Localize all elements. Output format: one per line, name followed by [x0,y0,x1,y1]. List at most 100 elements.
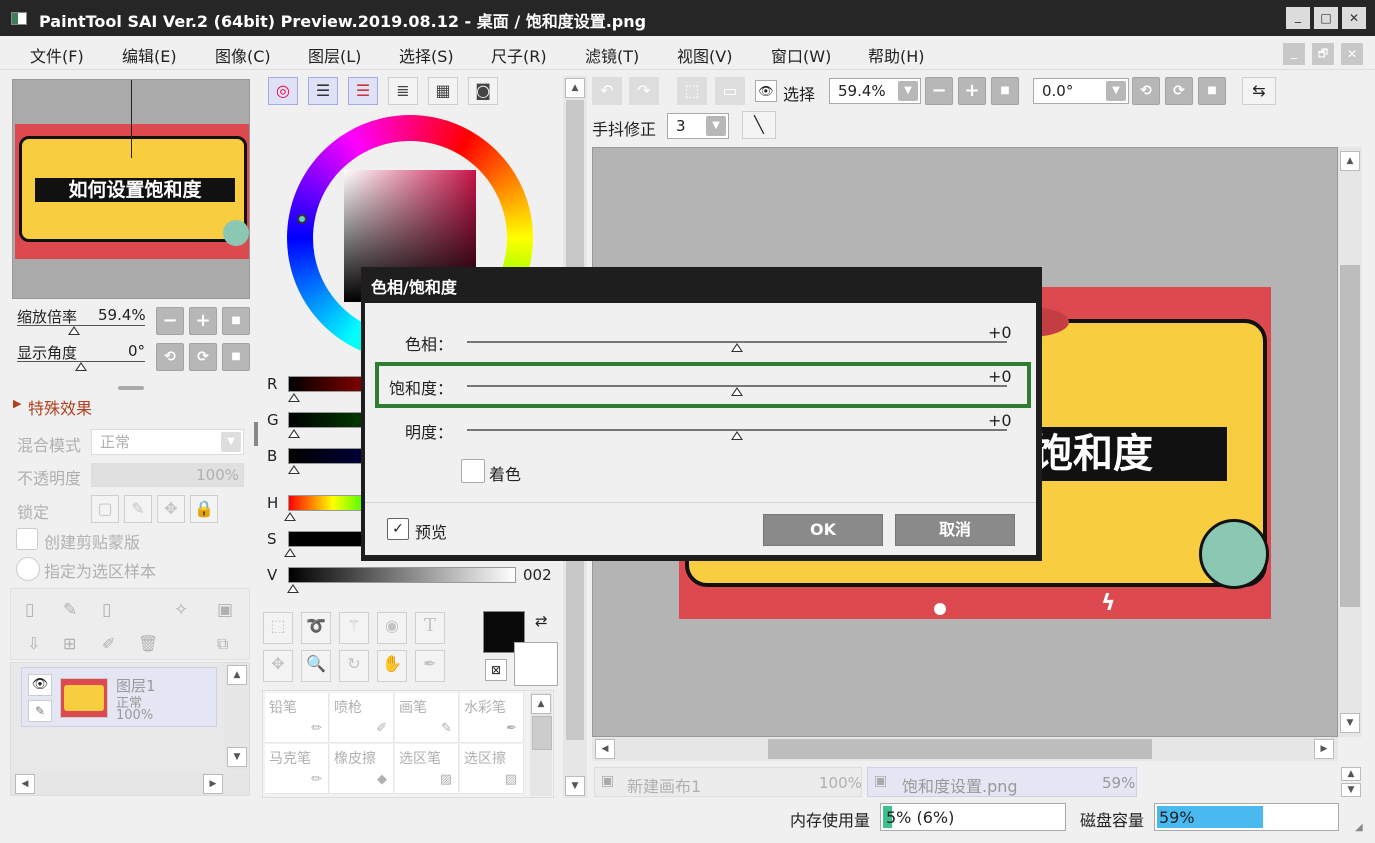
colorize-checkbox[interactable] [461,459,485,483]
scroll-up-icon[interactable]: ▲ [227,665,247,685]
scroll-up-icon[interactable]: ▲ [531,694,551,714]
canvas-vscroll-thumb[interactable] [1340,265,1360,607]
menu-window[interactable]: 窗口(W) [771,43,831,67]
maximize-button[interactable]: □ [1314,7,1338,29]
canvas-hscroll-thumb[interactable] [768,739,1152,759]
undo-icon[interactable]: ↶ [592,77,622,105]
scroll-up-icon[interactable]: ▲ [1341,767,1361,781]
blend-mode-select[interactable]: 正常 ▼ [91,429,244,455]
mdi-restore-button[interactable]: 🗗 [1312,43,1334,65]
line-tool-icon[interactable]: ╲ [742,111,776,139]
scroll-right-icon[interactable]: ▶ [1314,739,1334,759]
swatches-tab-icon[interactable]: ▦ [428,77,458,105]
slider-b-thumb[interactable] [288,465,300,474]
navigator-preview[interactable]: 如何设置饱和度 [12,79,250,299]
new-folder-icon[interactable]: ▯ [102,600,111,620]
slider-h-thumb[interactable] [284,512,296,521]
lock-transparency-icon[interactable]: ▢ [91,495,119,523]
scroll-down-icon[interactable]: ▼ [1340,713,1360,733]
scroll-down-icon[interactable]: ▼ [227,747,247,767]
slider-s-thumb[interactable] [284,548,296,557]
minimize-button[interactable]: _ [1286,7,1310,29]
new-layer-icon[interactable]: ▯ [25,600,34,620]
color-wheel-tab-icon[interactable]: ◎ [268,77,298,105]
effects-section-title[interactable]: 特殊效果 [28,395,92,419]
clip-mask-checkbox[interactable] [16,528,38,550]
cancel-button[interactable]: 取消 [895,514,1015,546]
zoom-reset-button[interactable]: ■ [222,307,250,335]
zoom-tool-icon[interactable]: 🔍 [301,650,331,682]
mdi-minimize-button[interactable]: _ [1283,43,1305,65]
angle-select[interactable]: 0.0° ▼ [1033,78,1129,104]
deselect-icon[interactable]: ⬚ [677,77,707,105]
trash-icon[interactable]: 🗑 [138,634,158,653]
brush-scroll-thumb[interactable] [532,716,552,750]
resize-grip-icon[interactable]: ◢ [1355,822,1363,833]
visibility-eye-icon[interactable]: 👁 [28,674,52,696]
scroll-down-icon[interactable]: ▼ [565,776,585,796]
brush-eraser[interactable]: 橡皮擦 ◆ [330,744,394,794]
layer-row[interactable]: 👁 ✎ 图层1 正常 100% [21,667,217,727]
zoom-select[interactable]: 59.4% ▼ [829,78,921,104]
angle-reset-button[interactable]: ■ [222,343,250,371]
mask-icon[interactable]: ▣ [217,600,233,620]
stabilizer-select[interactable]: 3 ▼ [667,113,729,139]
transparent-color-icon[interactable]: ⊠ [485,659,507,681]
rect-select-tool-icon[interactable]: ⬚ [263,612,293,644]
background-color-swatch[interactable] [514,642,558,686]
doc-tab-active[interactable]: ▣ 饱和度设置.png 59% [867,767,1137,797]
rotate-right-button[interactable]: ⟳ [189,343,217,371]
menu-file[interactable]: 文件(F) [30,43,84,67]
hue-slider-thumb[interactable] [731,343,743,352]
sample-radio[interactable] [16,557,40,581]
left-panel-resize-handle[interactable] [254,422,258,446]
menu-select[interactable]: 选择(S) [399,43,454,67]
toolbar-angle-reset-button[interactable]: ■ [1198,77,1226,105]
toolbar-rotate-right-button[interactable]: ⟳ [1165,77,1193,105]
zoom-in-button[interactable]: + [189,307,217,335]
text-tool-icon[interactable]: T [415,612,445,644]
zoom-slider-thumb[interactable] [68,326,80,335]
menu-layer[interactable]: 图层(L) [308,43,361,67]
hand-tool-icon[interactable]: ✋ [377,650,407,682]
layer-props-icon[interactable]: ⧉ [217,634,228,654]
slider-v-track[interactable] [288,567,516,583]
lightness-slider-thumb[interactable] [731,431,743,440]
slider-r-thumb[interactable] [288,393,300,402]
slider-g-thumb[interactable] [288,429,300,438]
mdi-close-button[interactable]: ✕ [1341,43,1363,65]
menu-view[interactable]: 视图(V) [677,43,732,67]
menu-image[interactable]: 图像(C) [215,43,271,67]
brush-select-eraser[interactable]: 选区擦 ▨ [460,744,524,794]
brush-pencil[interactable]: 铅笔 ✏ [265,693,329,743]
clear-layer-icon[interactable]: ✐ [102,634,115,653]
hsv-slider-tab-icon[interactable]: ☰ [348,77,378,105]
shape-tool-icon[interactable]: ◉ [377,612,407,644]
merge-down-icon[interactable]: ⇩ [27,634,40,653]
toolbar-zoom-reset-button[interactable]: ■ [991,77,1019,105]
brush-brush[interactable]: 画笔 ✎ [395,693,459,743]
angle-slider-thumb[interactable] [75,362,87,371]
redo-icon[interactable]: ↷ [629,77,659,105]
ok-button[interactable]: OK [763,514,883,546]
brush-select-pen[interactable]: 选区笔 ▨ [395,744,459,794]
lock-draw-icon[interactable]: ✎ [124,495,152,523]
saturation-slider-thumb[interactable] [731,387,743,396]
add-layer-icon[interactable]: ⊞ [63,634,76,653]
slider-v-thumb[interactable] [287,584,299,593]
scratchpad-tab-icon[interactable]: ◙ [468,77,498,105]
opacity-field[interactable]: 100% [91,463,244,487]
brush-airbrush[interactable]: 喷枪 ✐ [330,693,394,743]
rotate-left-button[interactable]: ⟲ [156,343,184,371]
hue-marker[interactable] [297,214,307,224]
eyedropper-tool-icon[interactable]: ✒ [415,650,445,682]
flip-horizontal-icon[interactable]: ⇆ [1242,77,1276,105]
scroll-down-icon[interactable]: ▼ [1341,783,1361,797]
toolbar-zoom-out-button[interactable]: − [925,77,953,105]
lock-move-icon[interactable]: ✥ [157,495,185,523]
zoom-slider-track[interactable] [17,325,145,326]
rotate-tool-icon[interactable]: ↻ [339,650,369,682]
menu-filter[interactable]: 滤镜(T) [585,43,639,67]
expand-arrow-icon[interactable]: ▶ [13,397,21,410]
zoom-out-button[interactable]: − [156,307,184,335]
